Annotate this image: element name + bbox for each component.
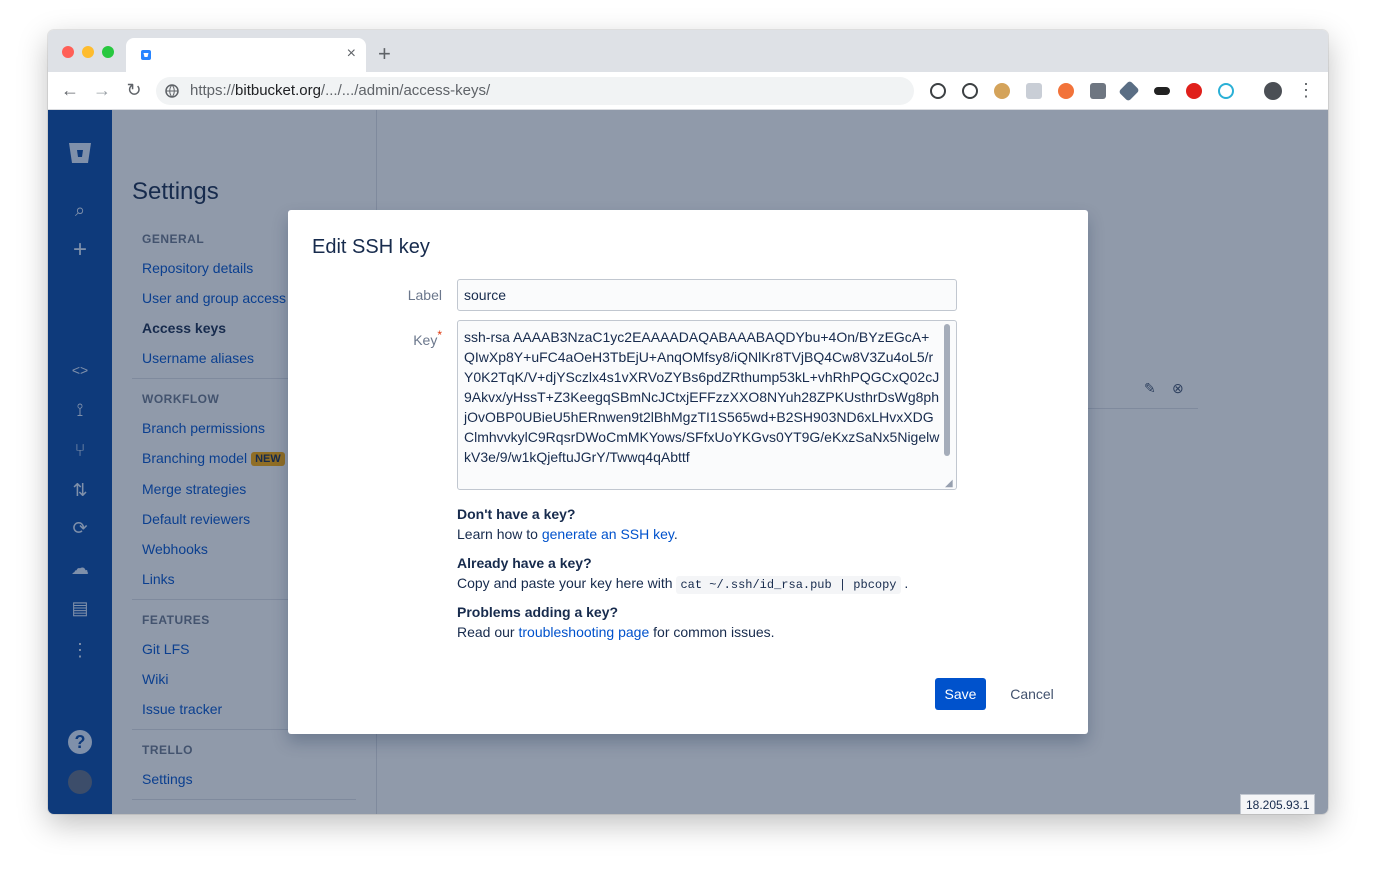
- globe-icon: [165, 84, 179, 98]
- copy-command-code: cat ~/.ssh/id_rsa.pub | pbcopy: [676, 576, 901, 594]
- required-asterisk: *: [437, 328, 442, 342]
- ip-address-badge: 18.205.93.1: [1240, 794, 1316, 814]
- tab-strip: × +: [48, 30, 1328, 72]
- back-icon[interactable]: ←: [60, 81, 80, 99]
- close-circle-extension-icon[interactable]: [1058, 83, 1074, 99]
- resize-grip-icon[interactable]: ◢: [945, 478, 953, 489]
- copy-extension-icon[interactable]: [1090, 83, 1106, 99]
- browser-tab[interactable]: ×: [126, 38, 366, 72]
- close-tab-icon[interactable]: ×: [347, 46, 356, 62]
- check-extension-icon[interactable]: [1218, 83, 1234, 99]
- no-key-prefix: Learn how to: [457, 526, 542, 542]
- reload-icon[interactable]: ↻: [124, 81, 144, 99]
- key-label-text: Key: [413, 332, 438, 348]
- label-field-label: Label: [407, 287, 442, 303]
- no-key-heading: Don't have a key?: [457, 506, 576, 522]
- reader-extension-icon[interactable]: [1026, 83, 1042, 99]
- password-extension-icon[interactable]: [930, 83, 946, 99]
- url-path: /.../.../admin/access-keys/: [320, 82, 491, 99]
- have-key-suffix: .: [900, 575, 909, 591]
- label-input[interactable]: [457, 279, 957, 311]
- key-textarea[interactable]: ssh-rsa AAAAB3NzaC1yc2EAAAADAQABAAABAQDY…: [457, 320, 957, 490]
- problems-prefix: Read our: [457, 624, 519, 640]
- no-key-text: Learn how to generate an SSH key.: [457, 526, 678, 542]
- close-window-button[interactable]: [62, 46, 74, 58]
- url-text: https://bitbucket.org/.../.../admin/acce…: [190, 83, 490, 99]
- edit-ssh-key-dialog: Edit SSH key Label Key* ssh-rsa AAAAB3Nz…: [288, 210, 1088, 734]
- browser-window: × + ← → ↻ https://bitbucket.org/.../.../…: [48, 30, 1328, 814]
- new-tab-button[interactable]: +: [378, 43, 391, 65]
- save-button[interactable]: Save: [935, 678, 986, 710]
- url-host: bitbucket.org: [235, 82, 321, 99]
- url-scheme: https://: [190, 82, 236, 99]
- have-key-text: Copy and paste your key here with cat ~/…: [457, 575, 909, 594]
- opera-extension-icon[interactable]: [1186, 83, 1202, 99]
- bitbucket-page: ⌕ + <> ⟟ ⑂ ⇅ ⟳ ☁ ▤ ⋮ ? Settings GENERAL …: [48, 110, 1328, 814]
- browser-toolbar: ← → ↻ https://bitbucket.org/.../.../admi…: [48, 72, 1328, 110]
- profile-avatar-icon[interactable]: [1264, 82, 1282, 100]
- key-field-label: Key*: [382, 328, 442, 348]
- address-bar[interactable]: https://bitbucket.org/.../.../admin/acce…: [156, 77, 914, 105]
- have-key-prefix: Copy and paste your key here with: [457, 575, 677, 591]
- problems-suffix: for common issues.: [649, 624, 775, 640]
- problems-heading: Problems adding a key?: [457, 604, 619, 620]
- problems-text: Read our troubleshooting page for common…: [457, 624, 775, 640]
- no-key-suffix: .: [673, 526, 678, 542]
- generate-ssh-key-link[interactable]: generate an SSH key: [542, 526, 674, 542]
- bitbucket-favicon-icon: [141, 50, 151, 60]
- browser-menu-icon[interactable]: ⋮: [1296, 81, 1316, 99]
- sync-extension-icon[interactable]: [962, 83, 978, 99]
- have-key-heading: Already have a key?: [457, 555, 592, 571]
- troubleshooting-link[interactable]: troubleshooting page: [518, 624, 649, 640]
- forward-icon[interactable]: →: [92, 81, 112, 99]
- minimize-window-button[interactable]: [82, 46, 94, 58]
- cancel-button[interactable]: Cancel: [1000, 678, 1064, 710]
- mask-extension-icon[interactable]: [1154, 87, 1170, 95]
- dialog-title: Edit SSH key: [312, 236, 430, 258]
- cookie-extension-icon[interactable]: [994, 83, 1010, 99]
- key-textarea-scrollbar[interactable]: [944, 324, 950, 456]
- zoom-window-button[interactable]: [102, 46, 114, 58]
- eyedropper-extension-icon[interactable]: [1118, 80, 1140, 102]
